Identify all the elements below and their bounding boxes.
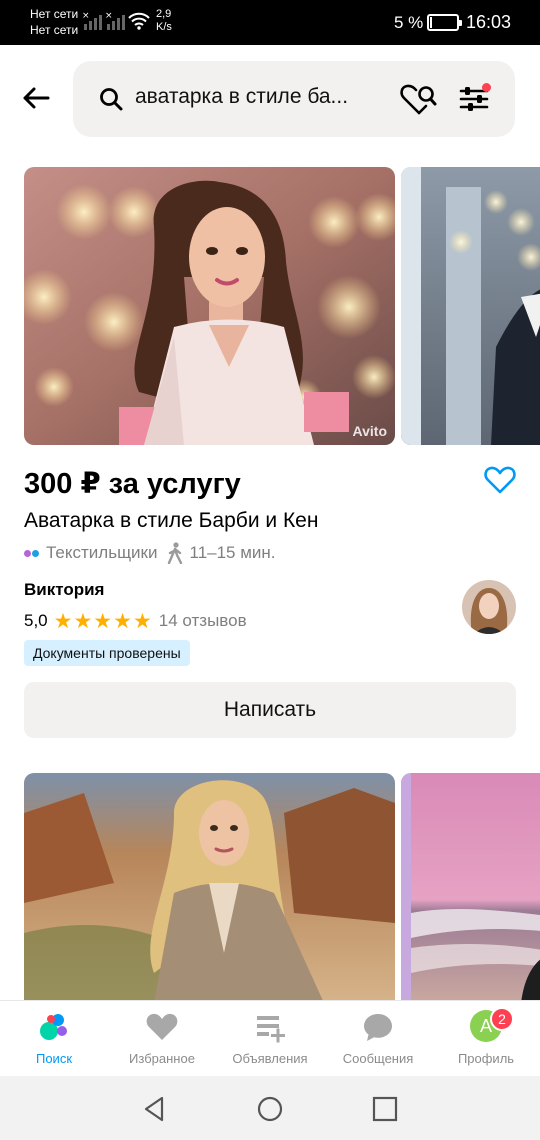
home-circle-icon[interactable] bbox=[255, 1094, 285, 1124]
metro-station: Текстильщики bbox=[46, 543, 158, 562]
listing-photo-next-second[interactable] bbox=[401, 773, 540, 1003]
seller-avatar-photo bbox=[462, 580, 516, 634]
rating-value: 5,0 bbox=[24, 611, 48, 630]
nav-ads[interactable]: Объявления bbox=[216, 1001, 324, 1077]
search-dots-icon bbox=[40, 1014, 67, 1040]
write-message-button[interactable]: Написать bbox=[24, 682, 516, 738]
walk-time: 11–15 мин. bbox=[189, 543, 276, 562]
barbie-desert-photo bbox=[24, 773, 395, 1003]
walking-person-icon bbox=[167, 542, 182, 564]
arrow-left-icon bbox=[23, 87, 50, 109]
listing-location: Текстильщики 11–15 мин. bbox=[24, 542, 276, 564]
back-button[interactable] bbox=[16, 78, 56, 118]
wifi-icon bbox=[128, 12, 150, 30]
listing-photo-next[interactable] bbox=[24, 773, 395, 1003]
nav-search-label: Поиск bbox=[35, 1051, 73, 1066]
star-icon: ★ bbox=[93, 609, 113, 633]
nav-messages[interactable]: Сообщения bbox=[324, 1001, 432, 1077]
barbie-photo bbox=[24, 167, 395, 445]
review-count[interactable]: 14 отзывов bbox=[159, 611, 247, 631]
svg-text:×: × bbox=[82, 11, 90, 21]
nav-ads-label: Объявления bbox=[232, 1051, 308, 1066]
nav-profile-label: Профиль bbox=[457, 1051, 515, 1066]
signal-icon: × × bbox=[82, 11, 125, 30]
rating-stars: ★ ★ ★ ★ ★ bbox=[54, 611, 152, 632]
status-bar: Нет сети Нет сети × × 2,9 K/s 5 % 16:03 bbox=[0, 0, 540, 45]
ken-photo bbox=[401, 167, 540, 445]
bottom-navigation: Поиск Избранное Объявления Сообщения А 2… bbox=[0, 1000, 540, 1076]
beach-photo bbox=[401, 773, 540, 1003]
listing-photo-main[interactable]: Avito bbox=[24, 167, 395, 445]
listing-photo-second[interactable] bbox=[401, 167, 540, 445]
network-status-sim1: Нет сети bbox=[30, 7, 79, 21]
save-search-icon[interactable] bbox=[399, 81, 439, 117]
battery-icon bbox=[427, 14, 462, 31]
listing-price: 300 ₽ за услугу bbox=[24, 468, 241, 500]
search-bar[interactable]: аватарка в стиле ба... bbox=[73, 61, 515, 137]
nav-favorites-label: Избранное bbox=[129, 1051, 195, 1066]
network-status: Нет сети Нет сети bbox=[30, 6, 78, 38]
svg-text:×: × bbox=[105, 11, 113, 21]
favorite-button[interactable] bbox=[484, 465, 516, 495]
search-query[interactable]: аватарка в стиле ба... bbox=[135, 85, 385, 109]
network-speed-unit: K/s bbox=[156, 21, 172, 33]
seller-name[interactable]: Виктория bbox=[24, 580, 104, 600]
recents-square-icon[interactable] bbox=[370, 1094, 400, 1124]
verified-documents-badge: Документы проверены bbox=[24, 640, 190, 666]
network-status-sim2: Нет сети bbox=[30, 23, 79, 37]
star-icon: ★ bbox=[113, 609, 132, 633]
seller-rating: 5,0 ★ ★ ★ ★ ★ 14 отзывов bbox=[24, 609, 247, 633]
chat-bubble-icon bbox=[364, 1014, 392, 1041]
watermark: Avito bbox=[352, 423, 387, 439]
clock: 16:03 bbox=[466, 12, 512, 32]
listing-title[interactable]: Аватарка в стиле Барби и Кен bbox=[24, 509, 318, 533]
star-icon: ★ bbox=[132, 609, 152, 633]
ads-add-icon bbox=[257, 1016, 285, 1043]
back-triangle-icon[interactable] bbox=[140, 1094, 170, 1124]
seller-avatar[interactable] bbox=[462, 580, 516, 634]
filter-active-dot bbox=[482, 83, 491, 92]
system-navigation-bar bbox=[0, 1076, 540, 1140]
notification-badge: 2 bbox=[490, 1007, 514, 1031]
star-icon: ★ bbox=[73, 609, 93, 633]
network-speed: 2,9 K/s bbox=[156, 8, 172, 34]
network-speed-value: 2,9 bbox=[156, 8, 172, 20]
nav-messages-label: Сообщения bbox=[342, 1051, 414, 1066]
nav-search[interactable]: Поиск bbox=[0, 1001, 108, 1077]
metro-line-icon bbox=[24, 549, 39, 557]
search-icon bbox=[100, 88, 123, 111]
star-icon: ★ bbox=[53, 609, 73, 633]
heart-outline-icon bbox=[484, 466, 516, 494]
nav-profile[interactable]: А 2 Профиль bbox=[432, 1001, 540, 1077]
nav-favorites[interactable]: Избранное bbox=[108, 1001, 216, 1077]
filter-button[interactable] bbox=[457, 81, 493, 117]
heart-icon bbox=[146, 1013, 178, 1040]
battery-percent: 5 % bbox=[394, 13, 424, 32]
